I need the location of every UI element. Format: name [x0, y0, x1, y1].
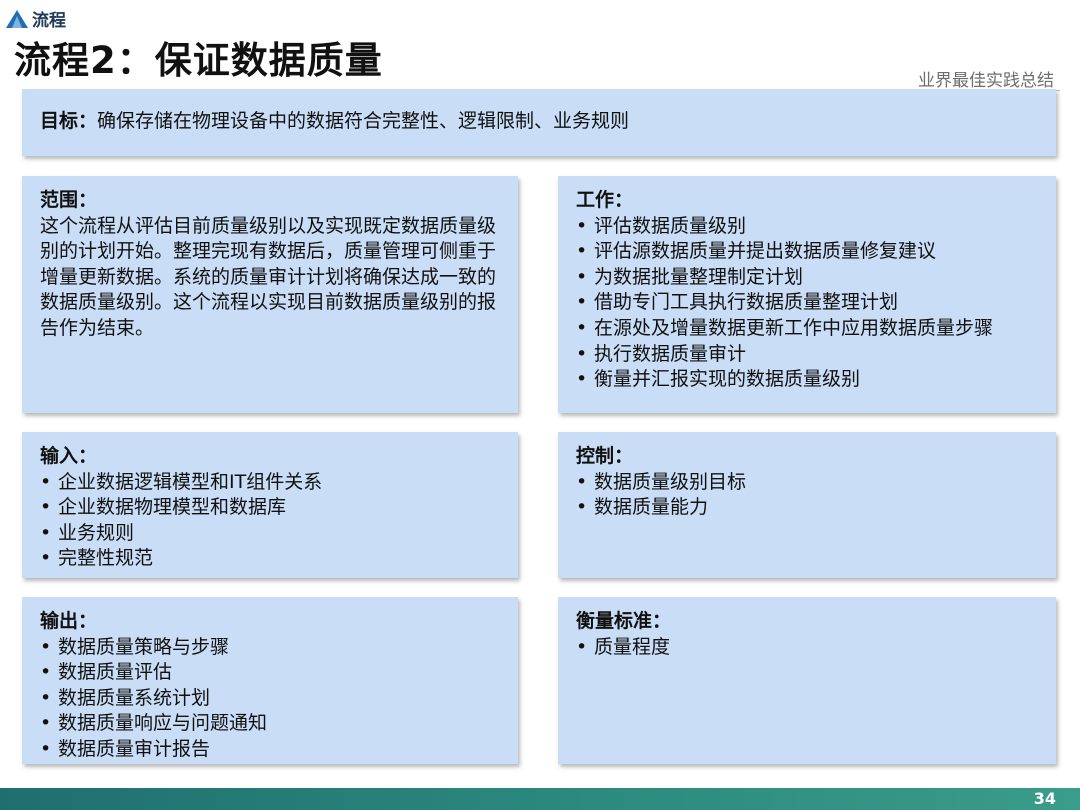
list-item: 数据质量响应与问题通知	[40, 711, 500, 737]
tagline: 业界最佳实践总结	[918, 71, 1054, 91]
list-item: 数据质量级别目标	[576, 470, 1038, 496]
list-item: 完整性规范	[40, 546, 500, 572]
list-item: 数据质量系统计划	[40, 686, 500, 712]
list-item: 业务规则	[40, 521, 500, 547]
scope-box: 范围： 这个流程从评估目前质量级别以及实现既定数据质量级别的计划开始。整理完现有…	[22, 176, 518, 413]
list-item: 企业数据物理模型和数据库	[40, 495, 500, 521]
output-list: 数据质量策略与步骤 数据质量评估 数据质量系统计划 数据质量响应与问题通知 数据…	[40, 635, 500, 763]
work-title: 工作：	[576, 189, 634, 211]
scope-title: 范围：	[40, 189, 98, 211]
metric-box: 衡量标准： 质量程度	[558, 597, 1056, 764]
goal-label: 目标：	[40, 110, 98, 132]
input-title: 输入：	[40, 445, 98, 467]
list-item: 数据质量评估	[40, 660, 500, 686]
metric-title: 衡量标准：	[576, 610, 672, 632]
list-item: 执行数据质量审计	[576, 342, 1038, 368]
output-box: 输出： 数据质量策略与步骤 数据质量评估 数据质量系统计划 数据质量响应与问题通…	[22, 597, 518, 764]
control-list: 数据质量级别目标 数据质量能力	[576, 470, 1038, 521]
work-box: 工作： 评估数据质量级别 评估源数据质量并提出数据质量修复建议 为数据批量整理制…	[558, 176, 1056, 413]
section-label: 流程	[32, 11, 66, 31]
list-item: 评估源数据质量并提出数据质量修复建议	[576, 239, 1038, 265]
control-title: 控制：	[576, 445, 634, 467]
goal-text: 确保存储在物理设备中的数据符合完整性、逻辑限制、业务规则	[97, 110, 630, 132]
input-list: 企业数据逻辑模型和IT组件关系 企业数据物理模型和数据库 业务规则 完整性规范	[40, 470, 500, 572]
scope-text: 这个流程从评估目前质量级别以及实现既定数据质量级别的计划开始。整理完现有数据后，…	[40, 214, 497, 339]
page-number: 34	[1033, 789, 1056, 808]
output-title: 输出：	[40, 610, 98, 632]
work-list: 评估数据质量级别 评估源数据质量并提出数据质量修复建议 为数据批量整理制定计划 …	[576, 214, 1038, 393]
list-item: 企业数据逻辑模型和IT组件关系	[40, 470, 500, 496]
list-item: 数据质量策略与步骤	[40, 635, 500, 661]
list-item: 为数据批量整理制定计划	[576, 265, 1038, 291]
logo: 流程	[6, 6, 66, 31]
list-item: 在源处及增量数据更新工作中应用数据质量步骤	[576, 316, 1038, 342]
page-title: 流程2：保证数据质量	[14, 39, 383, 82]
list-item: 衡量并汇报实现的数据质量级别	[576, 367, 1038, 393]
metric-list: 质量程度	[576, 635, 1038, 661]
list-item: 数据质量能力	[576, 495, 1038, 521]
list-item: 借助专门工具执行数据质量整理计划	[576, 290, 1038, 316]
list-item: 质量程度	[576, 635, 1038, 661]
goal-box: 目标：确保存储在物理设备中的数据符合完整性、逻辑限制、业务规则	[22, 89, 1056, 156]
control-box: 控制： 数据质量级别目标 数据质量能力	[558, 432, 1056, 578]
list-item: 数据质量审计报告	[40, 737, 500, 763]
footer-bar: 34	[0, 788, 1080, 810]
input-box: 输入： 企业数据逻辑模型和IT组件关系 企业数据物理模型和数据库 业务规则 完整…	[22, 432, 518, 578]
list-item: 评估数据质量级别	[576, 214, 1038, 240]
logo-triangle-icon	[6, 9, 28, 28]
